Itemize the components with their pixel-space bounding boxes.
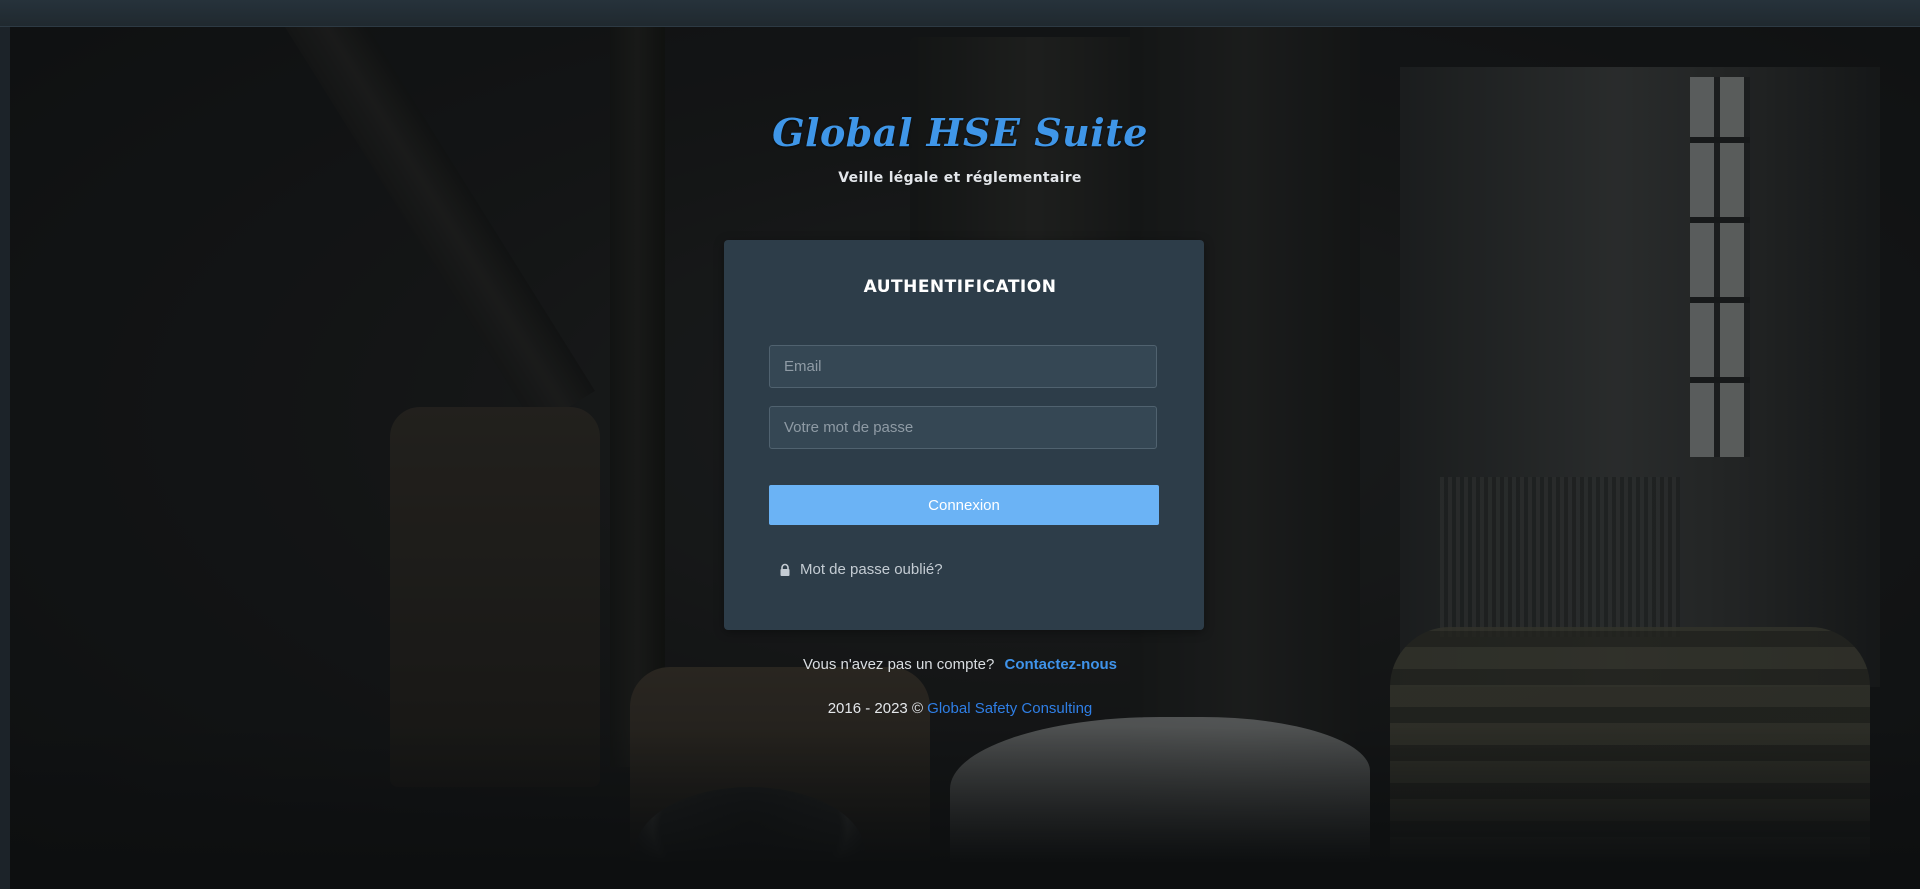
copyright-text: 2016 - 2023 © [827,700,923,717]
browser-top-strip [0,0,1920,27]
login-page: Global HSE Suite Veille légale et réglem… [0,0,1920,889]
brand-subtitle: Veille légale et réglementaire [838,170,1082,186]
password-input[interactable] [769,406,1157,449]
email-input[interactable] [769,345,1157,388]
signup-line: Vous n'avez pas un compte? Contactez-nou… [0,656,1920,673]
forgot-password-label: Mot de passe oublié? [800,561,943,578]
signup-prompt: Vous n'avez pas un compte? [803,656,995,673]
forgot-password-link[interactable]: Mot de passe oublié? [778,561,943,578]
contact-link[interactable]: Contactez-nous [1005,656,1118,673]
footer: 2016 - 2023 © Global Safety Consulting [0,700,1920,717]
brand-title: Global HSE Suite [772,110,1148,155]
login-title: AUTHENTIFICATION [863,277,1057,297]
login-button[interactable]: Connexion [769,485,1159,525]
company-link[interactable]: Global Safety Consulting [927,700,1092,717]
brand-header: Global HSE Suite Veille légale et réglem… [0,110,1920,186]
lock-icon [778,563,792,577]
